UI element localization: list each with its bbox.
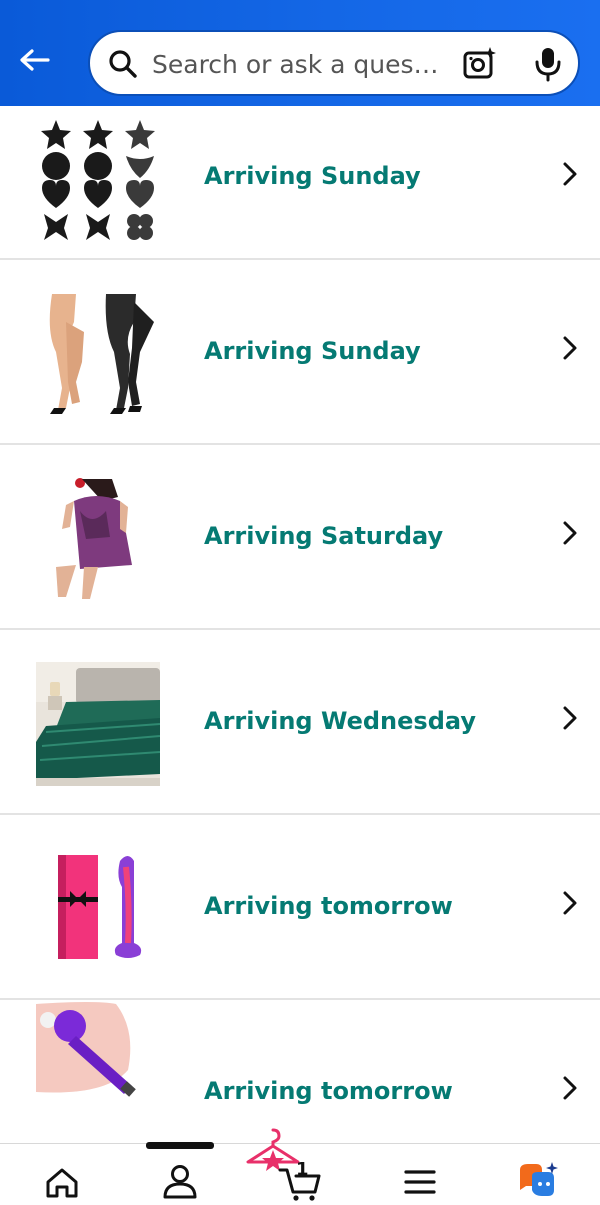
list-item[interactable]: Arriving Wednesday xyxy=(0,630,600,815)
nightgown-product-image[interactable] xyxy=(36,477,160,601)
arrival-status[interactable]: Arriving tomorrow xyxy=(204,892,453,920)
microphone-icon[interactable] xyxy=(532,46,564,82)
arrival-status[interactable]: Arriving Sunday xyxy=(204,162,421,190)
list-item[interactable]: Arriving Sunday xyxy=(0,106,600,260)
list-item[interactable]: Arriving tomorrow xyxy=(0,815,600,1000)
search-icon[interactable] xyxy=(108,49,138,79)
cart-count-badge: 1 xyxy=(296,1159,309,1180)
arrival-status[interactable]: Arriving Wednesday xyxy=(204,707,476,735)
chevron-right-icon[interactable] xyxy=(558,160,582,188)
search-bar[interactable] xyxy=(88,30,580,96)
menu-icon[interactable] xyxy=(398,1162,442,1202)
chevron-right-icon[interactable] xyxy=(558,1074,582,1102)
chevron-right-icon[interactable] xyxy=(558,334,582,362)
arrival-status[interactable]: Arriving tomorrow xyxy=(204,1077,453,1105)
active-tab-indicator xyxy=(146,1142,214,1149)
orders-list: Arriving Sunday Arriving Sunday Arriving… xyxy=(0,106,600,1185)
rufus-icon[interactable] xyxy=(516,1162,560,1202)
back-arrow-icon[interactable] xyxy=(14,42,54,82)
list-item[interactable]: Arriving Saturday xyxy=(0,445,600,630)
home-icon[interactable] xyxy=(40,1162,84,1202)
bottom-navigation: 1 xyxy=(0,1128,600,1205)
chevron-right-icon[interactable] xyxy=(558,704,582,732)
camera-sparkle-icon[interactable] xyxy=(462,46,498,82)
account-icon[interactable] xyxy=(158,1162,202,1202)
list-item[interactable]: Arriving Sunday xyxy=(0,260,600,445)
arrival-status[interactable]: Arriving Saturday xyxy=(204,522,443,550)
purple-wand-product-image[interactable] xyxy=(36,1000,160,1124)
satin-sheets-product-image[interactable] xyxy=(36,662,161,786)
arrival-status[interactable]: Arriving Sunday xyxy=(204,337,421,365)
top-app-bar xyxy=(0,0,600,106)
search-input[interactable] xyxy=(152,44,452,84)
tights-product-image[interactable] xyxy=(36,292,160,416)
chevron-right-icon[interactable] xyxy=(558,519,582,547)
pasties-product-image[interactable] xyxy=(36,118,160,242)
pink-toy-product-image[interactable] xyxy=(36,847,160,971)
chevron-right-icon[interactable] xyxy=(558,889,582,917)
